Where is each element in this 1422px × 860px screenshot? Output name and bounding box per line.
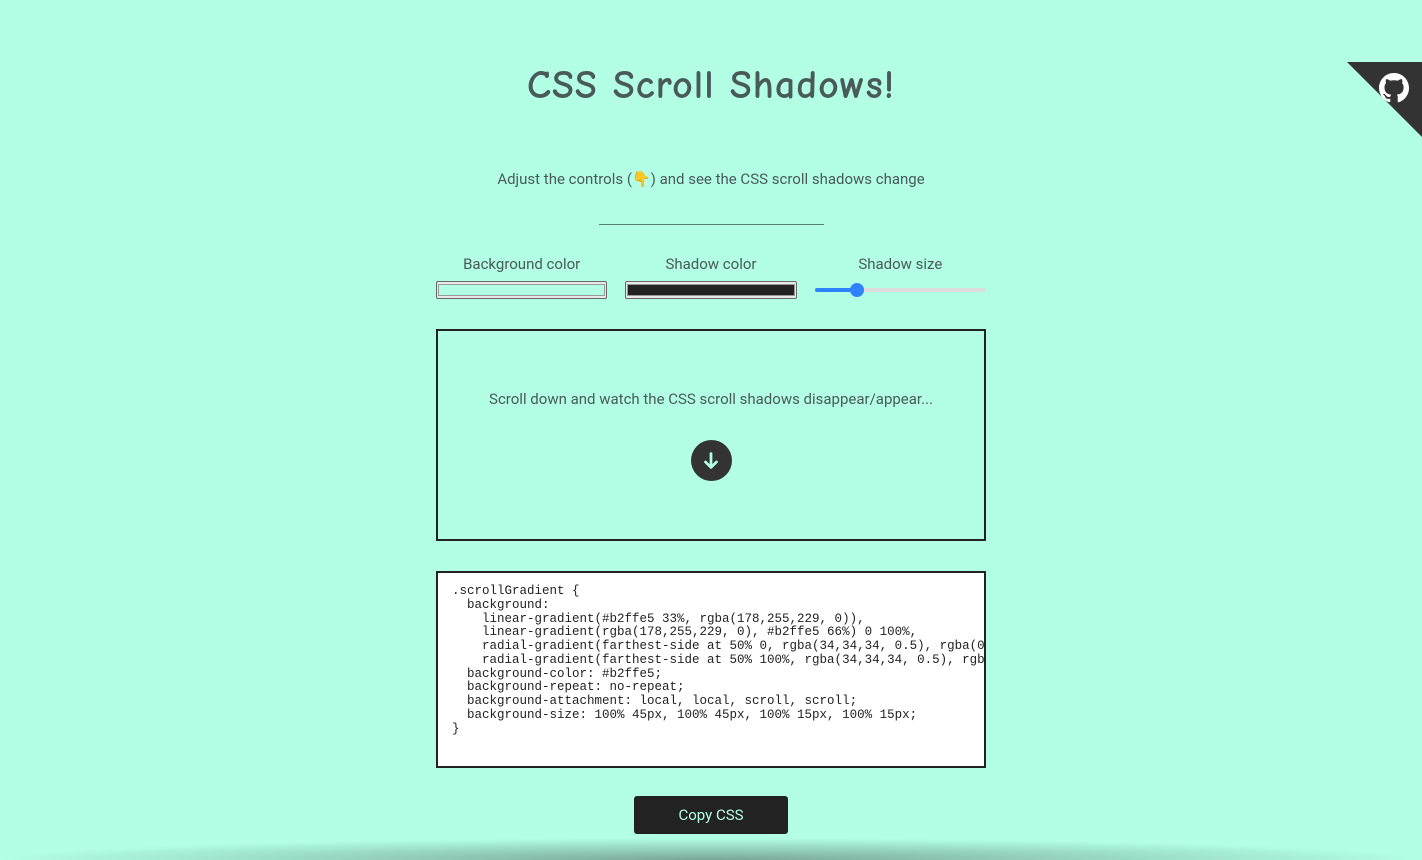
divider	[599, 224, 824, 225]
page-bottom-shadow	[0, 838, 1422, 860]
bg-color-control: Background color	[436, 255, 607, 299]
shadow-color-label: Shadow color	[625, 255, 796, 273]
shadow-color-input[interactable]	[625, 281, 796, 299]
subtitle: Adjust the controls (👇) and see the CSS …	[436, 170, 986, 188]
shadow-color-swatch	[627, 284, 794, 296]
shadow-size-slider[interactable]	[815, 281, 986, 299]
code-output[interactable]: .scrollGradient { background: linear-gra…	[436, 571, 986, 768]
shadow-color-control: Shadow color	[625, 255, 796, 299]
code-content: .scrollGradient { background: linear-gra…	[452, 585, 970, 736]
github-ribbon[interactable]	[1347, 62, 1422, 137]
bg-color-input[interactable]	[436, 281, 607, 299]
page-title: CSS Scroll Shadows!	[436, 62, 986, 108]
controls-row: Background color Shadow color Shadow siz…	[436, 255, 986, 299]
shadow-size-label: Shadow size	[815, 255, 986, 273]
preview-text: Scroll down and watch the CSS scroll sha…	[438, 390, 984, 408]
shadow-size-control: Shadow size	[815, 255, 986, 299]
github-icon	[1379, 73, 1409, 103]
copy-css-button[interactable]: Copy CSS	[634, 796, 787, 834]
scroll-down-icon	[691, 440, 732, 481]
bg-color-swatch	[438, 284, 605, 296]
preview-box[interactable]: Scroll down and watch the CSS scroll sha…	[436, 329, 986, 541]
bg-color-label: Background color	[436, 255, 607, 273]
